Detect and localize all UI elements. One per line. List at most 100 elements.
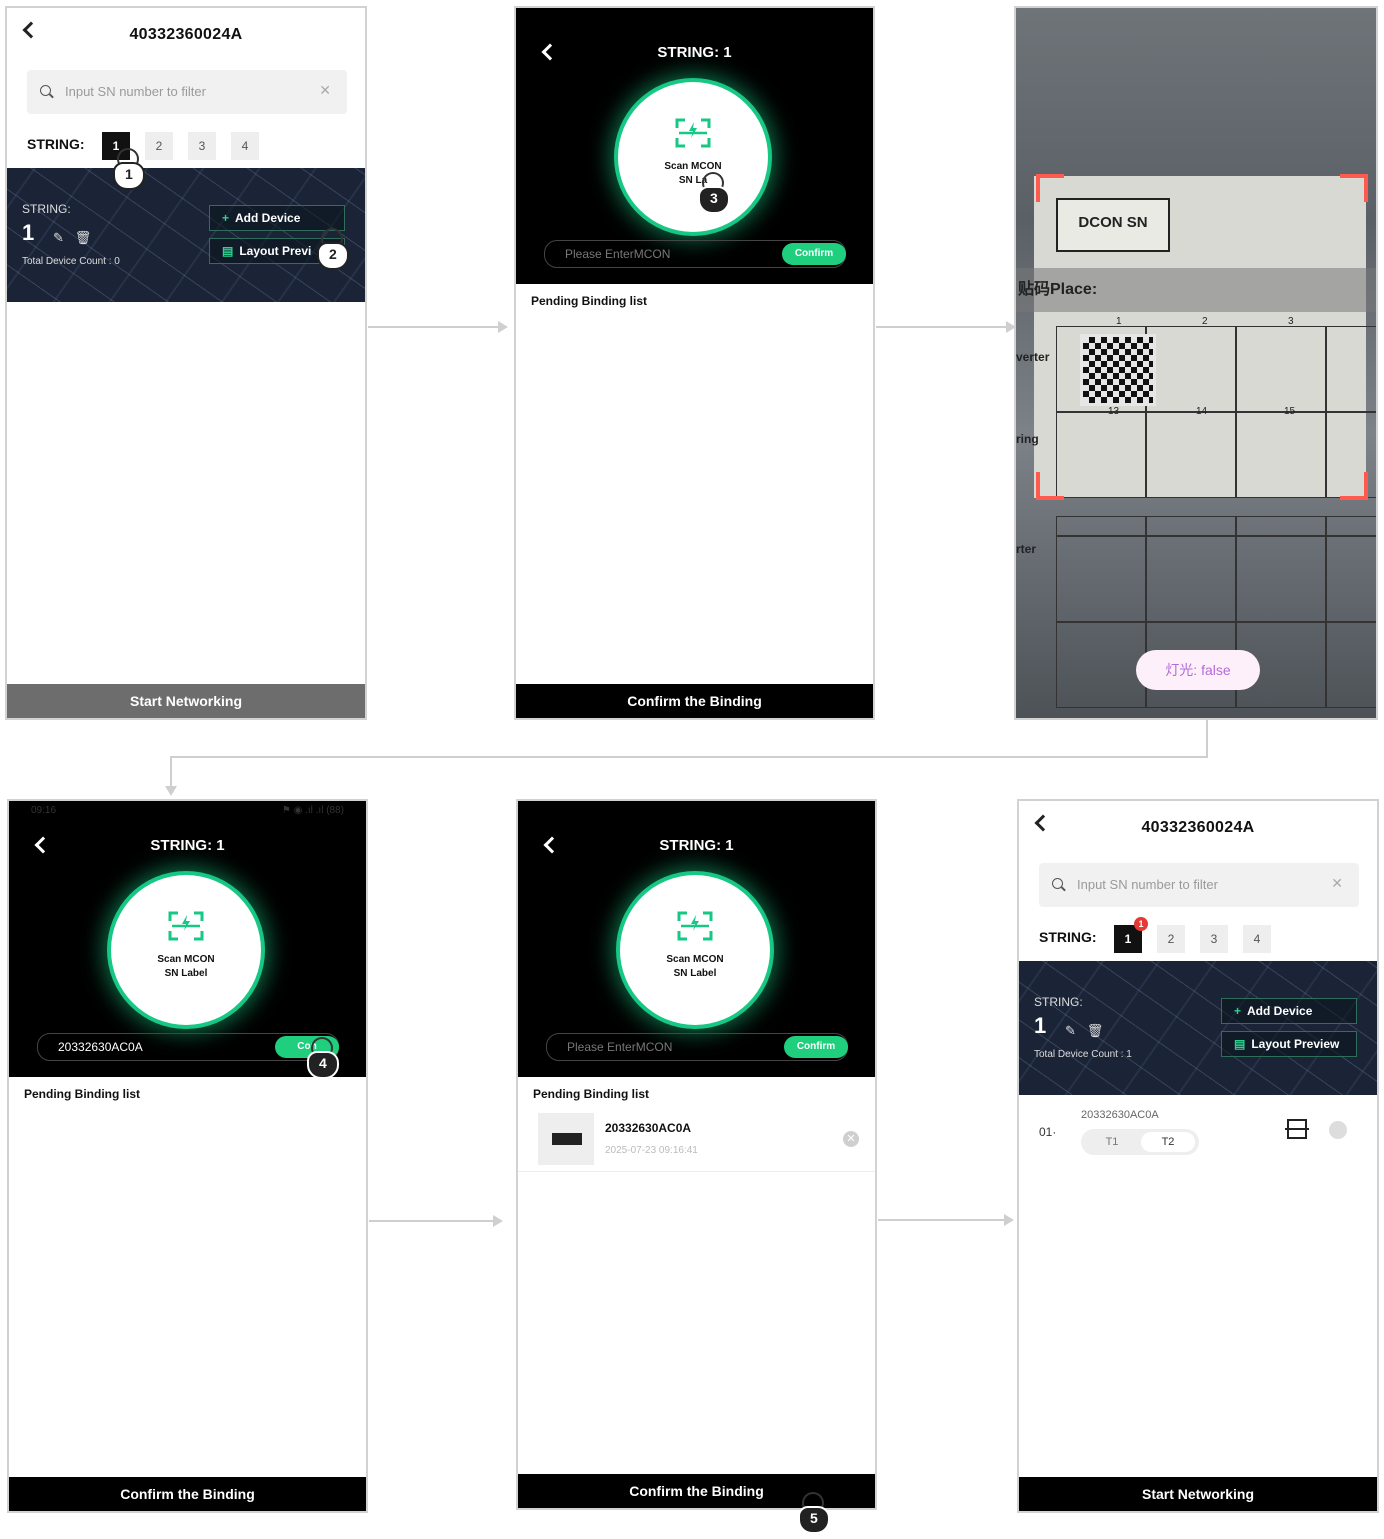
add-device-button[interactable]: + Add Device bbox=[1221, 998, 1357, 1024]
clear-icon[interactable]: ✕ bbox=[319, 82, 331, 99]
string-chip-4[interactable]: 4 bbox=[1243, 925, 1271, 953]
banner-string-caption: STRING: bbox=[22, 202, 71, 216]
list-item: 20332630AC0A 2025-07-23 09:16:41 ✕ bbox=[518, 1101, 875, 1172]
pending-sn: 20332630AC0A bbox=[605, 1121, 692, 1135]
scan-qr-icon bbox=[677, 911, 713, 941]
string-banner: STRING: 1 ✎ 🗑 Total Device Count : 1 + Ad… bbox=[1019, 961, 1377, 1095]
string-chip-3[interactable]: 3 bbox=[1200, 925, 1228, 953]
string-chip-2[interactable]: 2 bbox=[145, 132, 173, 160]
remove-icon[interactable]: ✕ bbox=[843, 1131, 859, 1147]
pending-time: 2025-07-23 09:16:41 bbox=[605, 1145, 698, 1156]
tap-hand-icon: 4 bbox=[305, 1037, 339, 1079]
string-chip-1[interactable]: 11 bbox=[1114, 917, 1148, 953]
port-toggle[interactable]: T1 T2 bbox=[1081, 1129, 1199, 1155]
flow-arrow bbox=[1206, 720, 1208, 758]
device-count: Total Device Count : 1 bbox=[1034, 1049, 1132, 1060]
flow-arrow bbox=[170, 756, 172, 786]
mcon-input[interactable]: Please EnterMCON Confirm bbox=[546, 1033, 848, 1061]
scan-text-line1: Scan MCON bbox=[157, 954, 215, 965]
scan-header: STRING: 1 Scan MCON SN Label Please Ente… bbox=[518, 801, 875, 1077]
search-input[interactable]: Input SN number to filter ✕ bbox=[1039, 863, 1359, 907]
tap-hand-icon: 5 bbox=[796, 1492, 830, 1534]
layout-icon: ▤ bbox=[1234, 1037, 1246, 1051]
edit-icon[interactable]: ✎ bbox=[53, 230, 64, 245]
pending-binding-title: Pending Binding list bbox=[531, 294, 647, 308]
string-label: STRING: bbox=[27, 136, 85, 152]
mcon-input[interactable]: Please EnterMCON Confirm bbox=[544, 240, 846, 268]
confirm-binding-button[interactable]: Confirm the Binding bbox=[516, 684, 873, 718]
flow-arrow-head bbox=[493, 1215, 503, 1227]
count-badge: 1 bbox=[1134, 917, 1148, 931]
banner-string-number: 1 bbox=[1034, 1013, 1047, 1038]
page-title: 40332360024A bbox=[1141, 819, 1255, 836]
scan-frame-corner bbox=[1036, 174, 1064, 202]
mcon-placeholder: Please EnterMCON bbox=[567, 1040, 673, 1054]
device-index: 01· bbox=[1039, 1125, 1057, 1139]
flow-arrow bbox=[876, 326, 1006, 328]
edit-delete-icons: ✎ 🗑 bbox=[53, 230, 91, 246]
port-t2[interactable]: T2 bbox=[1141, 1132, 1195, 1152]
tap-hand-icon: 1 bbox=[111, 148, 145, 190]
confirm-button[interactable]: Confirm bbox=[784, 1036, 848, 1058]
mcon-value: 20332630AC0A bbox=[58, 1040, 143, 1054]
scan-header: STRING: 1 Scan MCON SN La Please EnterMC… bbox=[516, 8, 873, 284]
start-networking-button[interactable]: Start Networking bbox=[1019, 1477, 1377, 1511]
header: 40332360024A bbox=[7, 8, 365, 68]
scan-qr-icon bbox=[675, 118, 711, 148]
trash-icon[interactable]: 🗑 bbox=[75, 230, 92, 245]
dcon-sn-label: DCON SN bbox=[1056, 198, 1170, 252]
start-networking-button[interactable]: Start Networking bbox=[7, 684, 365, 718]
string-chip-3[interactable]: 3 bbox=[188, 132, 216, 160]
string-chip-4[interactable]: 4 bbox=[231, 132, 259, 160]
search-icon bbox=[40, 85, 51, 96]
search-placeholder: Input SN number to filter bbox=[1077, 877, 1218, 892]
scan-frame-corner bbox=[1340, 174, 1368, 202]
clear-icon[interactable]: ✕ bbox=[1331, 875, 1343, 892]
qr-code bbox=[1080, 334, 1156, 406]
header: 40332360024A bbox=[1019, 801, 1377, 861]
plus-icon: + bbox=[1234, 1004, 1242, 1018]
banner-string-caption: STRING: bbox=[1034, 995, 1083, 1009]
search-icon bbox=[1052, 878, 1063, 889]
torch-toggle[interactable]: 灯光: false bbox=[1136, 650, 1260, 690]
scan-text-line2: SN Label bbox=[673, 968, 717, 979]
scan-icon[interactable] bbox=[1285, 1119, 1309, 1139]
scan-mcon-button[interactable]: Scan MCON SN Label bbox=[111, 875, 261, 1025]
remove-icon[interactable] bbox=[1329, 1121, 1347, 1139]
screen-scan-filled: 09:16 ⚑ ◉ .ıl .ıl (88) STRING: 1 Scan MC… bbox=[7, 799, 368, 1513]
status-icons: ⚑ ◉ .ıl .ıl (88) bbox=[281, 805, 344, 816]
scan-qr-icon bbox=[168, 911, 204, 941]
layout-preview-button[interactable]: ▤ Layout Preview bbox=[1221, 1031, 1357, 1057]
port-t1[interactable]: T1 bbox=[1085, 1132, 1139, 1152]
flow-arrow-head bbox=[1006, 321, 1016, 333]
banner-string-number: 1 bbox=[22, 220, 35, 245]
edit-icon[interactable]: ✎ bbox=[1065, 1023, 1076, 1038]
screen-device-list-bound: 40332360024A Input SN number to filter ✕… bbox=[1017, 799, 1379, 1513]
mcon-input[interactable]: 20332630AC0A Con bbox=[37, 1033, 339, 1061]
device-thumbnail bbox=[538, 1113, 594, 1165]
pending-binding-title: Pending Binding list bbox=[533, 1087, 649, 1101]
scan-title: STRING: 1 bbox=[657, 44, 732, 61]
status-time: 09:16 bbox=[31, 805, 57, 816]
confirm-button[interactable]: Confirm bbox=[782, 243, 846, 265]
scan-frame-corner bbox=[1340, 472, 1368, 500]
scan-text-line2: SN La bbox=[678, 175, 708, 186]
string-label: STRING: bbox=[1039, 929, 1097, 945]
screen-device-list-empty: 40332360024A Input SN number to filter ✕… bbox=[5, 6, 367, 720]
flow-arrow bbox=[170, 756, 1208, 758]
scan-header: 09:16 ⚑ ◉ .ıl .ıl (88) STRING: 1 Scan MC… bbox=[9, 801, 366, 1077]
search-input[interactable]: Input SN number to filter ✕ bbox=[27, 70, 347, 114]
tap-hand-icon: 3 bbox=[696, 172, 730, 214]
device-row: 01· 20332630AC0A T1 T2 bbox=[1019, 1101, 1377, 1161]
scan-text-line1: Scan MCON bbox=[664, 161, 722, 172]
scan-mcon-button[interactable]: Scan MCON SN Label bbox=[620, 875, 770, 1025]
flow-arrow-head bbox=[498, 321, 508, 333]
string-banner: STRING: 1 ✎ 🗑 Total Device Count : 0 + Ad… bbox=[7, 168, 365, 302]
add-device-button[interactable]: + Add Device bbox=[209, 205, 345, 231]
trash-icon[interactable]: 🗑 bbox=[1087, 1023, 1104, 1038]
pending-binding-title: Pending Binding list bbox=[24, 1087, 140, 1101]
string-chip-2[interactable]: 2 bbox=[1157, 925, 1185, 953]
confirm-binding-button[interactable]: Confirm the Binding bbox=[9, 1477, 366, 1511]
flow-arrow bbox=[369, 1220, 493, 1222]
scan-mcon-button[interactable]: Scan MCON SN La bbox=[618, 82, 768, 232]
